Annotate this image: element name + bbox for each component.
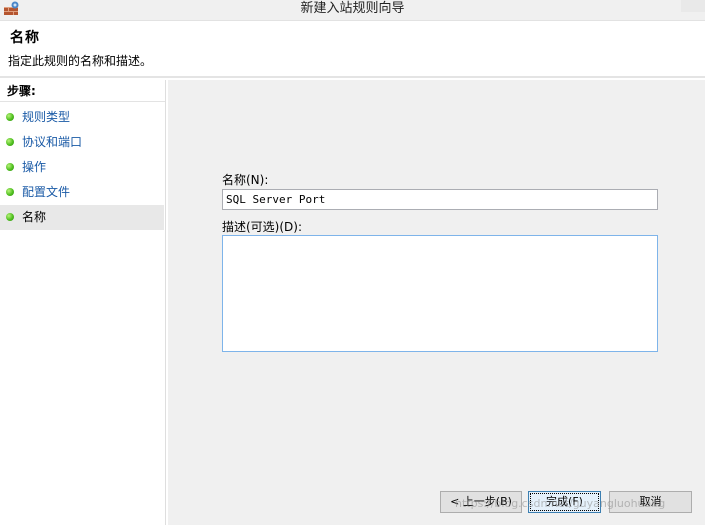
steps-pane: 步骤: 规则类型 协议和端口 操作 配置文件 名称 [0,80,166,525]
step-label: 名称 [22,210,47,224]
name-input[interactable] [222,189,658,210]
steps-title: 步骤: [0,80,165,102]
step-rule-type[interactable]: 规则类型 [0,105,164,130]
close-button[interactable] [681,0,705,12]
title-bar: 新建入站规则向导 [0,0,705,20]
step-action[interactable]: 操作 [0,155,164,180]
page-subtitle: 指定此规则的名称和描述。 [8,54,153,68]
green-dot-icon [6,163,14,171]
step-label: 协议和端口 [22,135,83,149]
green-dot-icon [6,188,14,196]
name-field-label: 名称(N): [222,173,269,187]
step-protocol-and-ports[interactable]: 协议和端口 [0,130,164,155]
step-profile[interactable]: 配置文件 [0,180,164,205]
green-dot-icon [6,113,14,121]
header-divider [0,76,705,78]
step-name[interactable]: 名称 [0,205,164,230]
description-field-label: 描述(可选)(D): [222,220,303,234]
watermark: https://blog.csdn.net/guyangluohuang [455,497,666,510]
green-dot-icon [6,213,14,221]
page-title: 名称 [10,30,40,46]
description-input[interactable] [222,235,658,352]
step-label: 配置文件 [22,185,71,199]
step-label: 规则类型 [22,110,71,124]
step-label: 操作 [22,160,47,174]
wizard-header: 名称 指定此规则的名称和描述。 [0,20,705,78]
window-title: 新建入站规则向导 [300,1,405,16]
green-dot-icon [6,138,14,146]
